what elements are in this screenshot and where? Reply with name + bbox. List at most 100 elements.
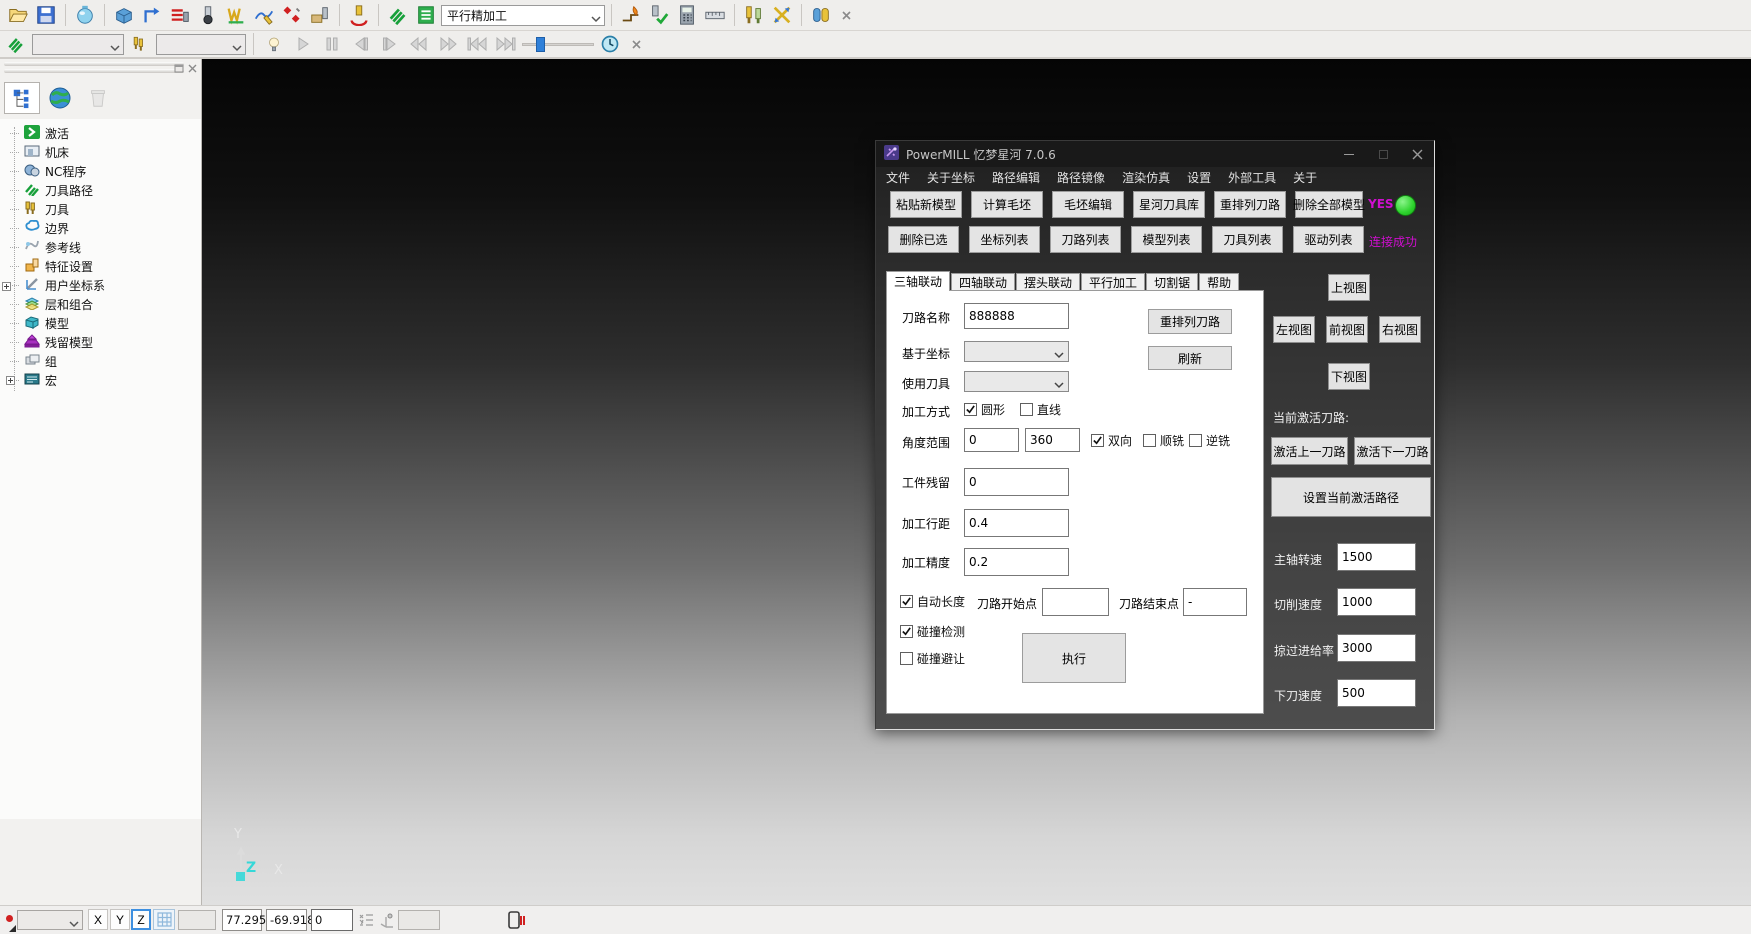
close-button[interactable] (1400, 141, 1434, 167)
execute-button[interactable]: 执行 (1022, 633, 1126, 683)
menu-item-external-tools[interactable]: 外部工具 (1228, 169, 1276, 186)
powermill-ribbon-icon[interactable] (385, 2, 411, 28)
tab-saw[interactable]: 切割锯 (1146, 273, 1198, 291)
tab-explorer-world[interactable] (42, 82, 78, 114)
left-view-button[interactable]: 左视图 (1273, 316, 1315, 343)
coord-x-input[interactable]: 77.2951 (222, 909, 262, 931)
menu-item-about-coords[interactable]: 关于坐标 (927, 169, 975, 186)
calculator-icon[interactable] (674, 2, 700, 28)
panel-gripper[interactable] (4, 62, 184, 66)
tree-item-boundaries[interactable]: 边界 (4, 219, 194, 238)
z-toggle-button[interactable]: Z (131, 909, 151, 930)
expand-icon[interactable] (6, 374, 15, 388)
plunge-feed-input[interactable] (1337, 679, 1416, 707)
reorder-toolpaths-button[interactable]: 重排列刀路 (1214, 191, 1286, 218)
tab-3axis[interactable]: 三轴联动 (886, 271, 950, 291)
angle-from-input[interactable] (964, 428, 1019, 452)
skim-feed-input[interactable] (1337, 634, 1416, 662)
go-end-icon[interactable] (493, 31, 519, 57)
ncprogram-icon[interactable] (167, 2, 193, 28)
bulb-icon[interactable] (261, 31, 287, 57)
fast-forward-icon[interactable] (435, 31, 461, 57)
menu-item-path-mirror[interactable]: 路径镜像 (1057, 169, 1105, 186)
close-toolbar-icon[interactable] (836, 5, 856, 25)
sim-tool-combo[interactable] (156, 34, 246, 55)
slider-handle[interactable] (536, 37, 545, 52)
clock-icon[interactable] (597, 31, 623, 57)
tool-pair-icon[interactable] (741, 2, 767, 28)
featureset-icon[interactable] (307, 2, 333, 28)
base-coord-select[interactable] (964, 341, 1069, 362)
minimize-button[interactable] (1332, 141, 1366, 167)
y-toggle-button[interactable]: Y (110, 909, 130, 930)
holder-pair-icon[interactable] (808, 2, 834, 28)
float-panel-icon[interactable] (174, 62, 185, 76)
stock-edit-button[interactable]: 毛坯编辑 (1052, 191, 1124, 218)
model-list-button[interactable]: 模型列表 (1131, 226, 1202, 253)
tolerance-input[interactable] (964, 548, 1069, 576)
block-icon[interactable] (111, 2, 137, 28)
tree-item-patterns[interactable]: 参考线 (4, 238, 194, 257)
tree-item-groups[interactable]: 组 (4, 352, 194, 371)
sim-speed-slider[interactable] (522, 34, 594, 54)
tree-item-levels[interactable]: 层和组合 (4, 295, 194, 314)
use-tool-select[interactable] (964, 371, 1069, 392)
coord-list-button[interactable]: 坐标列表 (969, 226, 1040, 253)
step-forward-icon[interactable] (377, 31, 403, 57)
tree-item-stock-models[interactable]: 残留模型 (4, 333, 194, 352)
strategy-list-icon[interactable] (413, 2, 439, 28)
tab-explorer-tree[interactable] (4, 82, 40, 114)
viewmill-icon[interactable] (72, 2, 98, 28)
grid-size-field[interactable] (178, 910, 216, 930)
tree-item-nc-programs[interactable]: NC程序 (4, 162, 194, 181)
dialog-titlebar[interactable]: PowerMILL 忆梦星河 7.0.6 (876, 141, 1434, 167)
bottom-view-button[interactable]: 下视图 (1328, 363, 1370, 390)
spindle-speed-input[interactable] (1337, 543, 1416, 571)
close-panel-icon[interactable] (188, 62, 197, 76)
cutting-feed-input[interactable] (1337, 588, 1416, 616)
tree-item-workplanes[interactable]: 用户坐标系 (4, 276, 194, 295)
grid-toggle-button[interactable] (153, 909, 175, 930)
pause-icon[interactable] (319, 31, 345, 57)
activate-next-button[interactable]: 激活下一刀路 (1354, 437, 1431, 465)
stock-allowance-input[interactable] (964, 468, 1069, 496)
delete-all-models-button[interactable]: 删除全部模型 (1295, 191, 1363, 218)
sim-toolpath-combo[interactable] (32, 34, 124, 55)
collision-avoid-checkbox[interactable]: 碰撞避让 (900, 650, 965, 667)
tab-swivel-head[interactable]: 摆头联动 (1016, 273, 1080, 291)
toolpath-name-input[interactable] (964, 303, 1069, 329)
verify-icon[interactable] (646, 2, 672, 28)
panel-gripper[interactable] (4, 69, 184, 73)
bidirectional-checkbox[interactable]: 双向 (1091, 432, 1132, 449)
set-active-path-button[interactable]: 设置当前激活路径 (1271, 477, 1431, 517)
toolpath-strategy-icon[interactable] (139, 2, 165, 28)
menu-item-about[interactable]: 关于 (1293, 169, 1317, 186)
mode-circle-checkbox[interactable]: 圆形 (964, 401, 1005, 418)
refresh-button[interactable]: 刷新 (1148, 346, 1232, 370)
front-view-button[interactable]: 前视图 (1326, 316, 1368, 343)
drive-list-button[interactable]: 驱动列表 (1293, 226, 1364, 253)
menu-item-file[interactable]: 文件 (886, 169, 910, 186)
tree-item-macros[interactable]: 宏 (4, 371, 194, 390)
coord-z-input[interactable]: 0 (311, 909, 353, 931)
play-icon[interactable] (290, 31, 316, 57)
locator-axis-icon[interactable] (378, 912, 395, 932)
tree-item-models[interactable]: 模型 (4, 314, 194, 333)
compute-stock-button[interactable]: 计算毛坯 (971, 191, 1043, 218)
angle-to-input[interactable] (1025, 428, 1080, 452)
climb-checkbox[interactable]: 顺铣 (1143, 432, 1184, 449)
tool-list-button[interactable]: 刀具列表 (1212, 226, 1283, 253)
reorder-button[interactable]: 重排列刀路 (1148, 309, 1232, 334)
menu-item-settings[interactable]: 设置 (1187, 169, 1211, 186)
delete-selected-button[interactable]: 删除已选 (888, 226, 959, 253)
x-toggle-button[interactable]: X (88, 909, 108, 930)
auto-length-checkbox[interactable]: 自动长度 (900, 593, 965, 610)
tree-item-toolpaths[interactable]: 刀具路径 (4, 181, 194, 200)
measure-icon[interactable] (702, 2, 728, 28)
tree-item-activate[interactable]: 激活 (4, 124, 194, 143)
mode-line-checkbox[interactable]: 直线 (1020, 401, 1061, 418)
end-point-input[interactable] (1183, 588, 1247, 616)
step-back-icon[interactable] (348, 31, 374, 57)
paste-new-model-button[interactable]: 粘贴新模型 (890, 191, 962, 218)
tab-explorer-trash[interactable] (80, 82, 116, 114)
